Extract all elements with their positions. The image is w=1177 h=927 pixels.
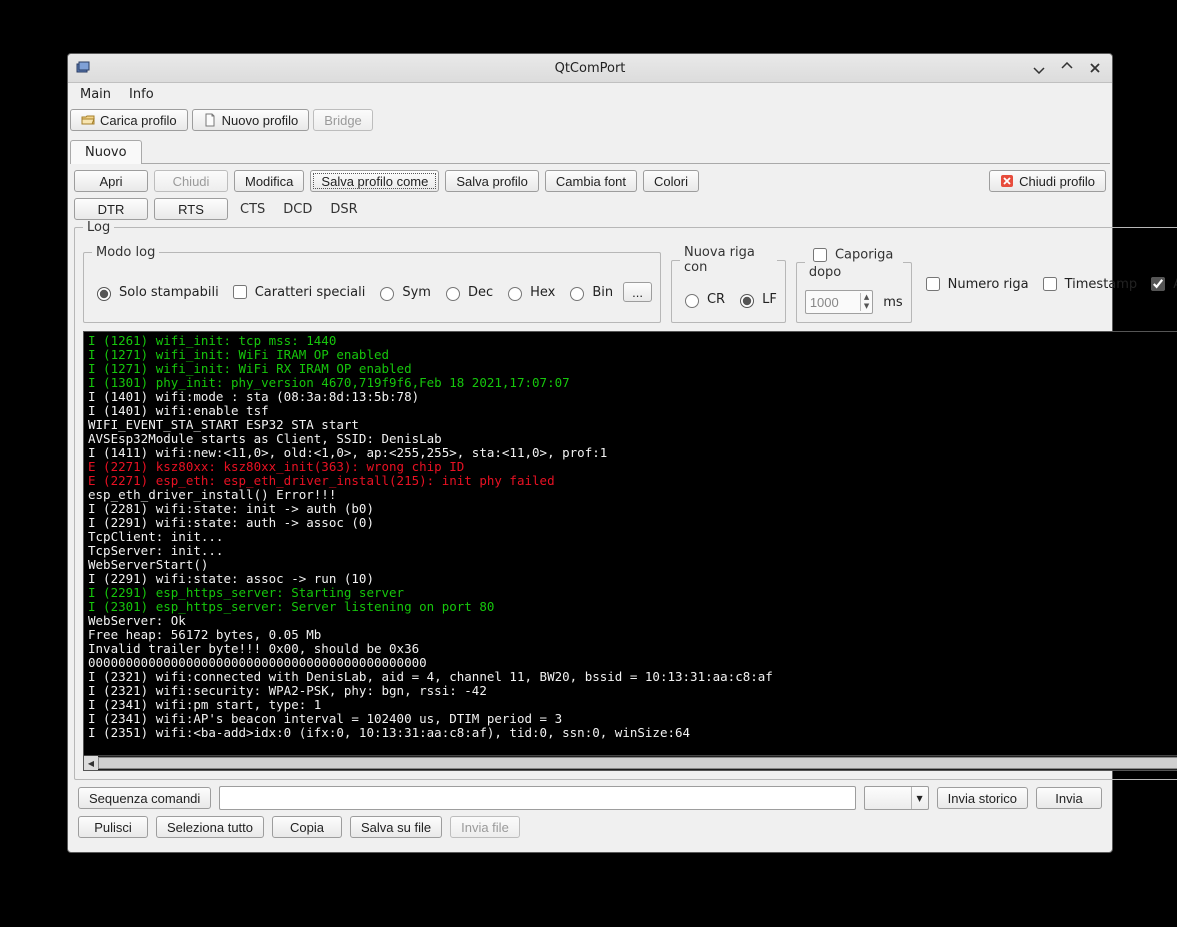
- mode-hex-radio[interactable]: Hex: [503, 284, 555, 301]
- history-combo[interactable]: ▼: [864, 786, 929, 810]
- mode-sym-radio[interactable]: Sym: [375, 284, 431, 301]
- send-file-button: Invia file: [450, 816, 520, 838]
- log-mode-legend: Modo log: [92, 245, 159, 260]
- load-profile-label: Carica profilo: [100, 113, 177, 128]
- caporiga-value[interactable]: [806, 293, 860, 312]
- folder-open-icon: [81, 113, 95, 127]
- mode-printable-radio[interactable]: Solo stampabili: [92, 284, 219, 301]
- close-profile-icon: [1000, 174, 1014, 188]
- new-document-icon: [203, 113, 217, 127]
- newline-lf-radio[interactable]: LF: [735, 291, 777, 308]
- close-profile-label: Chiudi profilo: [1019, 174, 1095, 189]
- colors-button[interactable]: Colori: [643, 170, 699, 192]
- menubar: Main Info: [68, 83, 1112, 105]
- spin-down-icon[interactable]: ▼: [861, 302, 872, 311]
- window-close-icon[interactable]: [1086, 59, 1104, 77]
- terminal-output[interactable]: I (1261) wifi_init: tcp mss: 1440I (1271…: [84, 332, 1177, 755]
- command-input[interactable]: [219, 786, 855, 810]
- toolbar: Carica profilo Nuovo profilo Bridge: [68, 105, 1112, 135]
- profile-actions-row: Apri Chiudi Modifica Salva profilo come …: [74, 170, 1106, 192]
- mode-special-check[interactable]: Caratteri speciali: [229, 282, 366, 302]
- dtr-button[interactable]: DTR: [74, 198, 148, 220]
- window-title: QtComPort: [68, 61, 1112, 76]
- newline-legend: Nuova riga con: [680, 245, 777, 275]
- send-history-button[interactable]: Invia storico: [937, 787, 1028, 809]
- terminal: I (1261) wifi_init: tcp mss: 1440I (1271…: [83, 331, 1177, 771]
- autoscroll-check[interactable]: Autoscroll: [1147, 274, 1177, 294]
- copy-button[interactable]: Copia: [272, 816, 342, 838]
- log-legend: Log: [83, 220, 114, 235]
- newline-group: Nuova riga con CR LF: [671, 245, 786, 323]
- open-button[interactable]: Apri: [74, 170, 148, 192]
- send-button[interactable]: Invia: [1036, 787, 1102, 809]
- caporiga-group: Caporiga dopo ▲ ▼ ms: [796, 245, 912, 323]
- menu-info[interactable]: Info: [121, 85, 162, 104]
- window-minimize-icon[interactable]: [1030, 59, 1048, 77]
- bottom-row: Pulisci Seleziona tutto Copia Salva su f…: [74, 810, 1106, 844]
- window-maximize-icon[interactable]: [1058, 59, 1076, 77]
- bridge-button: Bridge: [313, 109, 373, 131]
- sequence-commands-button[interactable]: Sequenza comandi: [78, 787, 211, 809]
- caporiga-spin[interactable]: ▲ ▼: [805, 290, 873, 314]
- close-profile-button[interactable]: Chiudi profilo: [989, 170, 1106, 192]
- scroll-left-icon[interactable]: ◀: [84, 756, 98, 770]
- app-window: QtComPort Main Info Carica profilo: [67, 53, 1113, 853]
- linenum-check[interactable]: Numero riga: [922, 274, 1029, 294]
- app-icon: [76, 60, 92, 76]
- caporiga-unit: ms: [883, 295, 902, 310]
- caporiga-check[interactable]: [813, 248, 827, 262]
- send-row: Sequenza comandi ▼ Invia storico Invia: [74, 780, 1106, 810]
- clear-button[interactable]: Pulisci: [78, 816, 148, 838]
- caporiga-legend: Caporiga dopo: [805, 245, 903, 280]
- tab-panel: Apri Chiudi Modifica Salva profilo come …: [70, 163, 1110, 852]
- horizontal-scrollbar[interactable]: ◀ ▶: [84, 755, 1177, 770]
- dsr-label: DSR: [324, 200, 363, 219]
- save-profile-as-button[interactable]: Salva profilo come: [310, 170, 439, 192]
- cts-label: CTS: [234, 200, 271, 219]
- mode-bin-radio[interactable]: Bin: [565, 284, 613, 301]
- load-profile-button[interactable]: Carica profilo: [70, 109, 188, 131]
- titlebar: QtComPort: [68, 54, 1112, 83]
- newline-cr-radio[interactable]: CR: [680, 291, 725, 308]
- log-group: Log Modo log Solo stampabili Caratteri s…: [74, 220, 1177, 780]
- select-all-button[interactable]: Seleziona tutto: [156, 816, 264, 838]
- log-controls: Modo log Solo stampabili Caratteri speci…: [83, 245, 1177, 323]
- tab-nuovo[interactable]: Nuovo: [70, 140, 142, 164]
- bridge-label: Bridge: [324, 113, 362, 128]
- change-font-button[interactable]: Cambia font: [545, 170, 637, 192]
- close-button: Chiudi: [154, 170, 228, 192]
- spin-up-icon[interactable]: ▲: [861, 293, 872, 302]
- menu-main[interactable]: Main: [72, 85, 119, 104]
- modify-button[interactable]: Modifica: [234, 170, 304, 192]
- save-to-file-button[interactable]: Salva su file: [350, 816, 442, 838]
- dcd-label: DCD: [277, 200, 318, 219]
- new-profile-label: Nuovo profilo: [222, 113, 299, 128]
- timestamp-check[interactable]: Timestamp: [1039, 274, 1138, 294]
- rts-button[interactable]: RTS: [154, 198, 228, 220]
- mode-dec-radio[interactable]: Dec: [441, 284, 493, 301]
- chevron-down-icon[interactable]: ▼: [911, 787, 928, 809]
- tabbar: Nuovo: [68, 139, 1112, 163]
- save-profile-button[interactable]: Salva profilo: [445, 170, 539, 192]
- new-profile-button[interactable]: Nuovo profilo: [192, 109, 310, 131]
- signals-row: DTR RTS CTS DCD DSR: [74, 198, 1106, 220]
- mode-more-button[interactable]: ...: [623, 282, 652, 302]
- log-mode-group: Modo log Solo stampabili Caratteri speci…: [83, 245, 661, 323]
